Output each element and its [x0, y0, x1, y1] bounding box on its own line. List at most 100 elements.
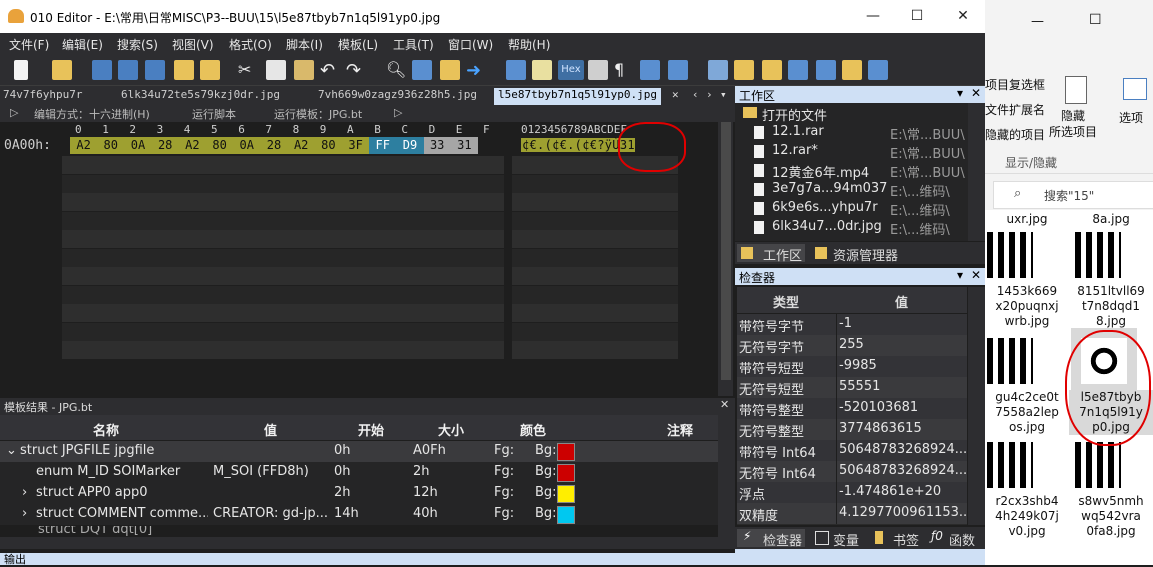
menu-view[interactable]: 视图(V) [172, 36, 214, 53]
col-name[interactable]: 名称 [93, 420, 119, 439]
tab-scroll-right-icon[interactable]: › [706, 88, 713, 105]
hex-byte[interactable]: 28 [260, 137, 288, 154]
menu-edit[interactable]: 编辑(E) [62, 36, 103, 53]
inspector-row[interactable]: 无符号 Int64 50648783268924... [737, 461, 967, 483]
save-as-icon[interactable] [118, 60, 138, 80]
hex-byte[interactable]: 80 [206, 137, 234, 154]
histogram-icon[interactable] [816, 60, 836, 80]
menu-file[interactable]: 文件(F) [9, 36, 49, 53]
tab-file-1[interactable]: 74v7f6yhpu7r [3, 88, 82, 105]
qr-thumbnail[interactable] [987, 232, 1033, 278]
hex-byte[interactable]: A2 [178, 137, 206, 154]
run-script-dropdown[interactable]: 运行脚本 [192, 106, 236, 122]
qr-thumbnail[interactable] [1075, 442, 1121, 488]
inspector-row[interactable]: 无符号整型 3774863615 [737, 419, 967, 441]
workspace-menu-icon[interactable]: ▾ [957, 86, 963, 100]
explorer-file-name[interactable]: 8151ltvll69 t7n8dqd1 8.jpg [1069, 284, 1153, 329]
inspector-col-value[interactable]: 值 [895, 292, 908, 311]
expand-icon[interactable]: ⌄ [6, 443, 17, 458]
ribbon-item-extensions[interactable]: 文件扩展名 [985, 101, 1045, 118]
explorer-minimize-button[interactable]: — [1031, 14, 1044, 29]
hide-selected-button[interactable]: 隐藏 所选项目 [1049, 108, 1097, 140]
explorer-file-name[interactable]: gu4c2ce0t 7558a2lep os.jpg [985, 390, 1069, 435]
tab-variables[interactable]: 变量 [811, 529, 867, 549]
horizontal-scrollbar[interactable] [0, 537, 735, 549]
find-in-files-icon[interactable] [440, 60, 460, 80]
hex-byte[interactable]: 28 [151, 137, 179, 154]
tab-explorer[interactable]: 资源管理器 [811, 244, 931, 264]
workspace-scrollbar[interactable] [968, 103, 985, 241]
inspector-row[interactable]: 无符号字节 255 [737, 335, 967, 357]
menu-window[interactable]: 窗口(W) [448, 36, 493, 53]
hex-byte[interactable]: A2 [70, 137, 98, 154]
minimize-button[interactable]: — [850, 4, 896, 30]
scroll-thumb[interactable] [721, 122, 731, 380]
qr-thumbnail[interactable] [1075, 232, 1121, 278]
base-convert-icon[interactable] [868, 60, 888, 80]
checksum-icon[interactable] [842, 60, 862, 80]
tab-functions[interactable]: ƒ0 函数 [929, 529, 985, 549]
menu-format[interactable]: 格式(O) [229, 36, 272, 53]
binary-icon[interactable] [668, 60, 688, 80]
bg-color-swatch[interactable] [557, 443, 575, 461]
col-start[interactable]: 开始 [358, 420, 384, 439]
hex-byte[interactable]: A2 [287, 137, 315, 154]
redo-icon[interactable]: ↷ [346, 60, 366, 81]
inspector-menu-icon[interactable]: ▾ [957, 268, 963, 282]
workspace-folder[interactable]: 打开的文件 [740, 104, 966, 124]
replace-icon[interactable] [412, 60, 432, 80]
font-icon[interactable] [506, 60, 526, 80]
edit-mode-dropdown[interactable]: 编辑方式：十六进制(H) [34, 106, 150, 122]
inspector-row[interactable]: 双精度 4.1297700961153... [737, 503, 967, 525]
qr-thumbnail[interactable] [987, 338, 1033, 384]
workspace-file[interactable]: 12.rar* E:\常...BUU\ [740, 142, 966, 162]
col-comment[interactable]: 注释 [667, 420, 693, 439]
ribbon-item-hidden[interactable]: 隐藏的项目 [985, 126, 1045, 143]
find-icon[interactable]: 🔍︎ [386, 60, 406, 80]
tab-file-2[interactable]: 6lk34u72te5s79kzj0dr.jpg [121, 88, 280, 105]
hex-byte[interactable]: D9 [396, 137, 424, 154]
cut-icon[interactable]: ✂ [238, 60, 258, 80]
new-file-icon[interactable] [14, 60, 28, 80]
tab-file-3[interactable]: 7vh669w0zagz936z28h5.jpg [318, 88, 477, 105]
tab-close-icon[interactable]: ✕ [672, 88, 679, 105]
tab-inspector[interactable]: ⚡ 检查器 [737, 529, 805, 549]
workspace-file[interactable]: 12黄金6年.mp4 E:\常...BUU\ [740, 161, 966, 181]
inspector-row[interactable]: 无符号短型 55551 [737, 377, 967, 399]
explorer-file-name[interactable]: r2cx3shb4 4h249k07j v0.jpg [985, 494, 1069, 539]
hex-byte[interactable]: 31 [450, 137, 478, 154]
inspector-icon[interactable] [734, 60, 754, 80]
explorer-maximize-button[interactable]: ☐ [1089, 12, 1102, 28]
template-scrollbar[interactable] [718, 415, 735, 537]
compare-icon[interactable] [762, 60, 782, 80]
col-size[interactable]: 大小 [438, 420, 464, 439]
explorer-file-name[interactable]: 8a.jpg [1069, 212, 1153, 227]
hex-layout-icon[interactable] [640, 60, 660, 80]
folder-icon[interactable] [174, 60, 194, 80]
explorer-file-name[interactable]: 1453k669 x20puqnxj wrb.jpg [985, 284, 1069, 329]
menu-help[interactable]: 帮助(H) [508, 36, 550, 53]
calculator-icon[interactable] [708, 60, 728, 80]
template-row[interactable]: ⌄ struct JPGFILE jpgfile 0h A0Fh Fg: Bg: [0, 441, 718, 462]
hex-byte[interactable]: FF [369, 137, 397, 154]
hex-editor[interactable]: 0123456789ABCDEF 0123456789ABCDEF 0A00h:… [0, 110, 735, 398]
inspector-row[interactable]: 带符号短型 -9985 [737, 356, 967, 378]
tab-file-active[interactable]: l5e87tbyb7n1q5l91yp0.jpg [494, 88, 661, 105]
inspector-close-icon[interactable]: ✕ [971, 268, 981, 282]
explorer-file-name[interactable]: s8wv5nmh wq542vra 0fa8.jpg [1069, 494, 1153, 539]
hex-byte[interactable]: 0A [124, 137, 152, 154]
maximize-button[interactable]: ☐ [894, 4, 940, 30]
menu-tools[interactable]: 工具(T) [393, 36, 434, 53]
col-value[interactable]: 值 [264, 420, 277, 439]
search-box[interactable]: ⌕ 搜索"15" [993, 181, 1153, 209]
workspace-file[interactable]: 6lk34u7...0dr.jpg E:\...维码\ [740, 218, 966, 238]
hex-byte[interactable]: 3F [342, 137, 370, 154]
options-icon[interactable] [1123, 78, 1147, 100]
menu-search[interactable]: 搜索(S) [117, 36, 158, 53]
expand-icon[interactable]: › [22, 485, 27, 500]
percent-icon[interactable] [788, 60, 808, 80]
hex-byte[interactable]: 80 [314, 137, 342, 154]
ribbon-item-checkbox[interactable]: 项目复选框 [985, 76, 1045, 93]
inspector-row[interactable]: 带符号整型 -520103681 [737, 398, 967, 420]
hex-byte[interactable]: 33 [423, 137, 451, 154]
